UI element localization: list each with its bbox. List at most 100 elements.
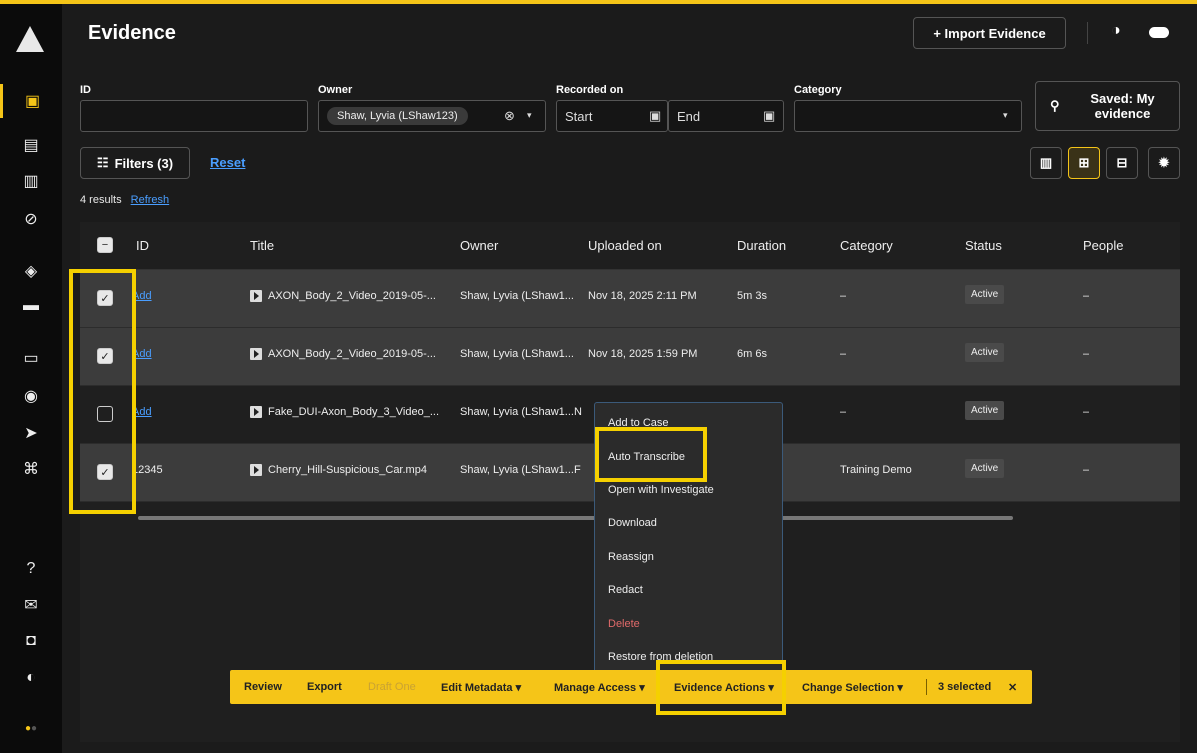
- col-owner[interactable]: Owner: [460, 238, 498, 253]
- row-title-text: Cherry_Hill-Suspicious_Car.mp4: [268, 464, 427, 476]
- category-select[interactable]: ▾: [794, 100, 1022, 132]
- change-selection-button[interactable]: Change Selection ▾: [802, 681, 903, 694]
- start-date-input[interactable]: Start ▣: [556, 100, 668, 132]
- send-nav-icon[interactable]: ➤: [0, 416, 62, 450]
- row-people: –: [1083, 406, 1090, 418]
- row-title[interactable]: AXON_Body_2_Video_2019-05-...: [250, 348, 450, 361]
- grid-view-icon[interactable]: ⊞: [1068, 147, 1100, 179]
- play-icon: [250, 348, 262, 361]
- row-people: –: [1083, 290, 1090, 302]
- settings-icon[interactable]: ✹: [1148, 147, 1180, 179]
- results-count: 4 results Refresh: [80, 194, 169, 206]
- row-owner: Shaw, Lyvia (LShaw1...: [460, 290, 574, 302]
- play-icon: [250, 290, 262, 303]
- menu-item-open-investigate[interactable]: Open with Investigate: [608, 484, 714, 496]
- axon-logo-icon[interactable]: [16, 26, 44, 52]
- row-uploaded: Nov 18, 2025 2:11 PM: [588, 290, 697, 302]
- status-badge: Active: [965, 285, 1005, 304]
- auto-transcribe-highlight: [595, 427, 707, 482]
- col-title[interactable]: Title: [250, 238, 274, 253]
- col-uploaded[interactable]: Uploaded on: [588, 238, 662, 253]
- owner-chip: Shaw, Lyvia (LShaw123): [327, 107, 468, 125]
- col-status[interactable]: Status: [965, 238, 1002, 253]
- menu-item-reassign[interactable]: Reassign: [608, 551, 654, 563]
- device-nav-icon[interactable]: ▬: [0, 289, 62, 323]
- row-category: –: [840, 290, 847, 302]
- col-category[interactable]: Category: [840, 238, 893, 253]
- row-title-text: AXON_Body_2_Video_2019-05-...: [268, 290, 436, 302]
- close-icon[interactable]: ✕: [1008, 681, 1017, 694]
- row-owner: Shaw, Lyvia (LShaw1...: [460, 406, 574, 418]
- badge-nav-icon[interactable]: ◉: [0, 379, 62, 413]
- table-row[interactable]: ✓ Add AXON_Body_2_Video_2019-05-... Shaw…: [80, 328, 1180, 386]
- reports-nav-icon[interactable]: ▥: [0, 164, 62, 198]
- block-nav-icon[interactable]: ⊘: [0, 202, 62, 236]
- row-category: Training Demo: [840, 464, 912, 476]
- evidence-actions-highlight: [656, 660, 786, 715]
- filters-button[interactable]: ☷ Filters (3): [80, 147, 190, 179]
- row-duration: 5m 3s: [737, 290, 767, 302]
- row-owner: Shaw, Lyvia (LShaw1...: [460, 348, 574, 360]
- col-duration[interactable]: Duration: [737, 238, 786, 253]
- mail-icon[interactable]: ✉: [0, 588, 62, 622]
- import-evidence-button[interactable]: + Import Evidence: [913, 17, 1066, 49]
- row-uploaded: N: [574, 406, 582, 418]
- end-placeholder: End: [677, 108, 701, 124]
- row-category: –: [840, 406, 847, 418]
- evidence-nav-icon[interactable]: ▣: [0, 84, 62, 118]
- map-view-icon[interactable]: ▥: [1030, 147, 1062, 179]
- checkbox-column-highlight: [69, 269, 136, 514]
- archive-nav-icon[interactable]: ▤: [0, 128, 62, 162]
- col-people[interactable]: People: [1083, 238, 1123, 253]
- id-input[interactable]: [80, 100, 308, 132]
- calendar-icon[interactable]: ▣: [649, 108, 661, 124]
- tile-view-icon[interactable]: ⊟: [1106, 147, 1138, 179]
- row-owner: Shaw, Lyvia (LShaw1...: [460, 464, 574, 476]
- menu-item-download[interactable]: Download: [608, 517, 657, 529]
- divider: [926, 679, 927, 695]
- contrast-icon[interactable]: ◑: [1111, 22, 1121, 40]
- owner-label: Owner: [318, 84, 353, 96]
- col-id[interactable]: ID: [136, 238, 149, 253]
- id-label: ID: [80, 84, 91, 96]
- row-id[interactable]: 12345: [132, 464, 163, 476]
- manage-access-button[interactable]: Manage Access ▾: [554, 681, 645, 694]
- end-date-input[interactable]: End ▣: [668, 100, 784, 132]
- saved-search-button[interactable]: ⚲ Saved: My evidence: [1035, 81, 1180, 131]
- menu-item-redact[interactable]: Redact: [608, 584, 643, 596]
- export-button[interactable]: Export: [307, 681, 342, 693]
- results-text: 4 results: [80, 194, 122, 206]
- select-all-checkbox[interactable]: −: [97, 237, 113, 253]
- menu-item-delete[interactable]: Delete: [608, 618, 640, 630]
- chevron-down-icon[interactable]: ▾: [1003, 110, 1008, 121]
- row-people: –: [1083, 348, 1090, 360]
- sidebar: ▣ ▤ ▥ ⊘ ◈ ▬ ▭ ◉ ➤ ⌘ ? ✉ ◘ ◐ ● ●: [0, 4, 62, 753]
- recorded-on-label: Recorded on: [556, 84, 624, 96]
- row-title[interactable]: Cherry_Hill-Suspicious_Car.mp4: [250, 464, 450, 477]
- row-uploaded: F: [574, 464, 581, 476]
- owner-select[interactable]: Shaw, Lyvia (LShaw123) ⊗ ▾: [318, 100, 546, 132]
- horizontal-scrollbar[interactable]: [138, 516, 1013, 520]
- filters-label: Filters (3): [114, 155, 174, 171]
- row-title-text: AXON_Body_2_Video_2019-05-...: [268, 348, 436, 360]
- command-nav-icon[interactable]: ⌘: [0, 452, 62, 486]
- row-people: –: [1083, 464, 1090, 476]
- theme-toggle[interactable]: [1149, 27, 1169, 38]
- chevron-down-icon[interactable]: ▾: [527, 110, 532, 121]
- table-row[interactable]: ✓ Add AXON_Body_2_Video_2019-05-... Shaw…: [80, 270, 1180, 328]
- review-button[interactable]: Review: [244, 681, 282, 693]
- clear-icon[interactable]: ⊗: [504, 108, 515, 124]
- row-title[interactable]: Fake_DUI-Axon_Body_3_Video_...: [250, 406, 450, 419]
- help-icon[interactable]: ?: [0, 552, 62, 586]
- reset-link[interactable]: Reset: [210, 155, 245, 170]
- refresh-link[interactable]: Refresh: [131, 194, 170, 206]
- shield-nav-icon[interactable]: ◈: [0, 254, 62, 288]
- contact-icon[interactable]: ◘: [0, 624, 62, 658]
- status-badge: Active: [965, 459, 1005, 478]
- calendar-icon[interactable]: ▣: [763, 108, 775, 124]
- status-dots-icon: ● ●: [24, 722, 38, 734]
- user-settings-icon[interactable]: ◐: [0, 661, 62, 695]
- monitor-nav-icon[interactable]: ▭: [0, 341, 62, 375]
- edit-metadata-button[interactable]: Edit Metadata ▾: [441, 681, 521, 694]
- row-title[interactable]: AXON_Body_2_Video_2019-05-...: [250, 290, 450, 303]
